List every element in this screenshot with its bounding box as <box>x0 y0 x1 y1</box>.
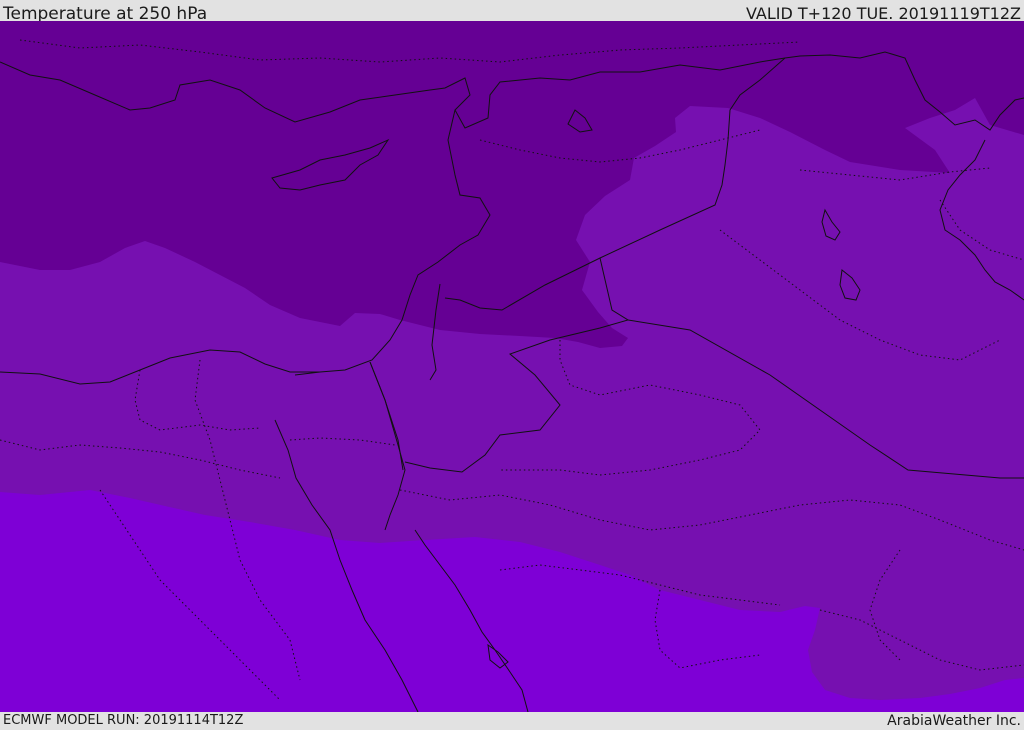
credit-label: ArabiaWeather Inc. <box>887 713 1021 729</box>
header-bar: Temperature at 250 hPa VALID T+120 TUE. … <box>0 0 1024 24</box>
temperature-map <box>0 21 1024 712</box>
model-run-label: ECMWF MODEL RUN: 20191114T12Z <box>3 713 244 728</box>
footer-bar: ECMWF MODEL RUN: 20191114T12Z ArabiaWeat… <box>0 712 1024 729</box>
